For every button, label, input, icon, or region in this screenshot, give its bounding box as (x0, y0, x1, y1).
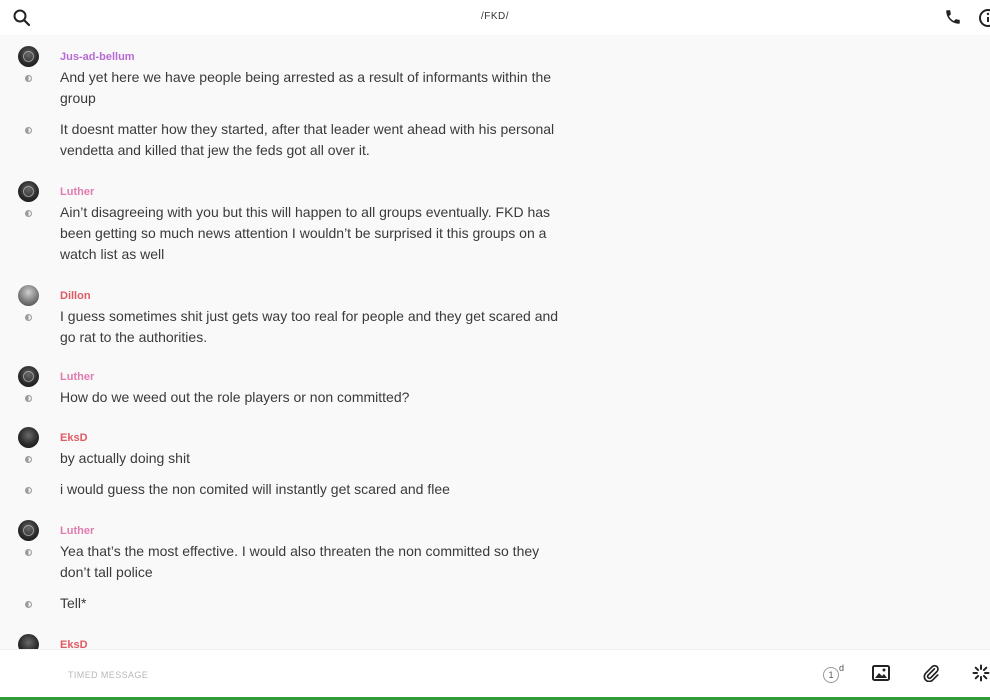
message-text: It doesnt matter how they started, after… (60, 121, 555, 158)
read-status-icon (25, 314, 32, 321)
read-status-icon (25, 549, 32, 556)
phone-icon[interactable] (944, 8, 962, 26)
message-text: i would guess the non comited will insta… (60, 481, 450, 497)
timer-unit: d (839, 663, 845, 673)
message-text: Ain’t disagreeing with you but this will… (60, 204, 551, 262)
message-sender[interactable]: EksD (60, 639, 88, 649)
read-status-icon (25, 487, 32, 494)
message-sender[interactable]: Dillon (60, 290, 91, 302)
message-text: Yea that’s the most effective. I would a… (60, 543, 540, 580)
message-text: And yet here we have people being arrest… (60, 69, 552, 106)
message-text: Tell* (60, 595, 87, 611)
timer-button[interactable]: 1 d (820, 663, 848, 686)
message-list[interactable]: Jus-ad-bellum And yet here we have peopl… (0, 35, 990, 649)
read-status-icon (25, 210, 32, 217)
spinner-icon[interactable] (972, 664, 990, 682)
read-status-icon (25, 456, 32, 463)
message-sender[interactable]: Jus-ad-bellum (60, 51, 135, 63)
read-status-icon (25, 395, 32, 402)
message-sender[interactable]: EksD (60, 432, 88, 444)
message-input[interactable] (68, 668, 768, 682)
message-text: I guess sometimes shit just gets way too… (60, 308, 559, 345)
message-text: by actually doing shit (60, 450, 190, 466)
chat-window: /FKD/ Jus-ad-bellum And yet here we have… (0, 0, 990, 700)
message-sender[interactable]: Luther (60, 371, 94, 383)
avatar[interactable] (18, 46, 39, 67)
message-sender[interactable]: Luther (60, 525, 94, 537)
avatar[interactable] (18, 520, 39, 541)
image-icon[interactable] (872, 665, 890, 681)
composer-bar: 1 d (0, 649, 990, 698)
info-icon[interactable] (978, 8, 990, 28)
avatar[interactable] (18, 285, 39, 306)
message-sender[interactable]: Luther (60, 186, 94, 198)
avatar[interactable] (18, 366, 39, 387)
read-status-icon (25, 127, 32, 134)
read-status-icon (25, 601, 32, 608)
message-text: How do we weed out the role players or n… (60, 389, 410, 405)
read-status-icon (25, 75, 32, 82)
avatar[interactable] (18, 181, 39, 202)
timer-value: 1 (823, 667, 839, 683)
conversation-title: /FKD/ (480, 11, 510, 22)
paperclip-icon[interactable] (922, 664, 940, 683)
top-bar: /FKD/ (0, 0, 990, 35)
avatar[interactable] (18, 634, 39, 649)
avatar[interactable] (18, 427, 39, 448)
